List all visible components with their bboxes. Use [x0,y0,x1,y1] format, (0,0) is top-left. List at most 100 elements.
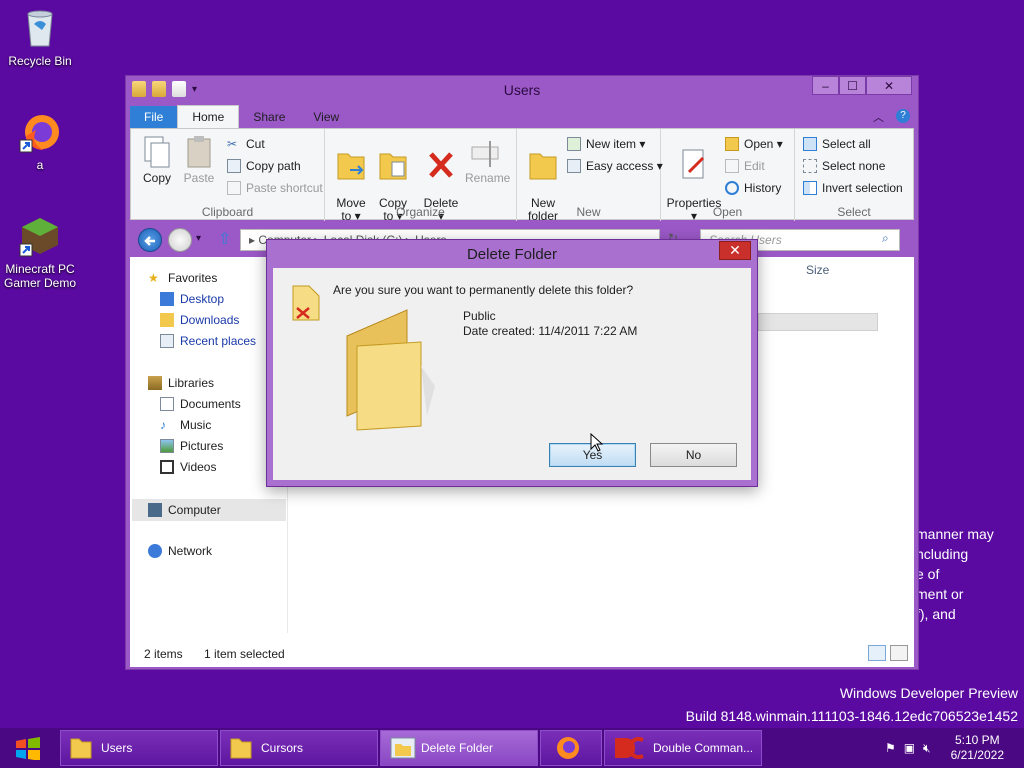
network-label: Network [168,544,213,558]
minecraft-desktop-icon[interactable]: Minecraft PC Gamer Demo [0,214,80,290]
delete-folder-window-icon [389,735,416,761]
delete-folder-warning-icon [287,282,327,325]
nav-network[interactable]: Network [148,544,212,558]
large-icons-view-icon[interactable] [890,645,908,661]
new-group-label: New [576,205,601,219]
history-button[interactable]: History [725,181,781,195]
clipboard-group: Copy Paste ✂ Cut Copy path Paste shortcut… [131,129,325,221]
tab-share[interactable]: Share [239,106,299,128]
taskbar-item-delete-folder[interactable]: Delete Folder [380,730,538,766]
nav-recent-places[interactable]: Recent places [160,334,256,348]
folder-icon [69,735,93,761]
tab-view[interactable]: View [299,106,353,128]
no-button[interactable]: No [650,443,737,467]
collapse-ribbon-icon[interactable]: ︿ [873,109,884,125]
recent-locations-chevron-icon[interactable]: ▾ [196,233,201,244]
copy-label: Copy [142,171,171,185]
selection-count: 1 item selected [204,647,285,661]
nav-desktop[interactable]: Desktop [160,292,224,306]
taskbar-item-firefox[interactable] [540,730,602,766]
start-button[interactable] [0,728,56,768]
cut-button[interactable]: ✂ Cut [227,137,265,151]
star-icon: ★ [148,271,159,285]
nav-music[interactable]: ♪ Music [160,418,211,432]
selected-file-row[interactable] [758,313,878,331]
select-none-button[interactable]: Select none [803,159,885,173]
delete-confirmation-question: Are you sure you want to permanently del… [333,283,634,297]
action-center-flag-icon[interactable]: ⚑ [885,741,896,755]
eula-text-fragment: manner may ncluding e of ment or f), and [916,526,994,622]
help-icon[interactable]: ? [896,109,910,123]
delete-folder-dialog: Delete Folder ✕ Are you sure you want to… [266,239,758,487]
details-view-icon[interactable] [868,645,886,661]
new-group: New folder New item ▾ Easy access ▾ New [517,129,663,223]
clock-time: 5:10 PM [954,733,1000,747]
edit-icon [725,159,739,173]
copy-path-button[interactable]: Copy path [227,159,301,173]
close-button[interactable]: ✕ [866,76,912,95]
copy-icon [142,135,172,169]
windows-logo-icon [16,737,40,760]
dialog-title: Delete Folder [466,246,558,263]
tab-file[interactable]: File [130,106,178,128]
status-bar: 2 items 1 item selected [130,639,914,667]
minecraft-icon [18,214,62,258]
select-all-label: Select all [822,137,871,151]
new-item-button[interactable]: New item ▾ [567,137,645,151]
open-group-label: Open [712,205,743,219]
rename-button[interactable]: Rename [465,135,510,185]
nav-documents[interactable]: Documents [160,397,241,411]
taskbar-double-commander-label: Double Comman... [653,741,754,755]
copy-button[interactable]: Copy [137,135,177,185]
clock[interactable]: 5:10 PM 6/21/2022 [951,733,1004,763]
paste-shortcut-button[interactable]: Paste shortcut [227,181,323,195]
select-group: Select all Select none Invert selection … [795,129,913,221]
nav-computer[interactable]: Computer [132,499,286,521]
taskbar-item-cursors[interactable]: Cursors [220,730,378,766]
invert-selection-button[interactable]: Invert selection [803,181,903,195]
open-button[interactable]: Open ▾ [725,137,783,151]
edit-label: Edit [744,159,765,173]
recycle-bin-label: Recycle Bin [8,54,72,68]
music-label: Music [180,418,212,432]
organize-group-label: Organize [396,205,445,219]
clock-date: 6/21/2022 [950,748,1004,762]
search-icon[interactable]: ⌕ [882,231,889,246]
nav-favorites[interactable]: ★ Favorites [148,271,217,285]
taskbar-item-double-commander[interactable]: Double Comman... [604,730,762,766]
nav-videos[interactable]: Videos [160,460,216,474]
tab-home[interactable]: Home [177,105,240,128]
firefox-desktop-icon[interactable]: a [0,110,80,172]
new-item-label: New item ▾ [586,137,646,151]
back-button[interactable] [138,228,162,252]
desktop-label: Desktop [180,292,225,306]
libraries-icon [148,376,162,390]
taskbar-item-users[interactable]: Users [60,730,218,766]
back-arrow-icon [144,236,155,246]
navigation-pane: ★ Favorites Desktop Downloads Recent plac… [130,257,288,633]
size-column-header[interactable]: Size [806,263,829,277]
desktop-icon [160,292,174,306]
volume-muted-icon[interactable]: 🔇︎ [923,741,931,756]
recycle-bin-desktop-icon[interactable]: Recycle Bin [0,6,80,68]
firefox-label: a [36,158,44,172]
nav-downloads[interactable]: Downloads [160,313,239,327]
minimize-button[interactable]: – [812,76,839,95]
nav-libraries[interactable]: Libraries [148,376,214,390]
rename-icon [470,135,500,169]
paste-button[interactable]: Paste [179,135,219,185]
network-tray-icon[interactable]: ▣ [904,741,915,755]
edit-button[interactable]: Edit [725,159,765,173]
window-titlebar[interactable]: ▾ Users – ☐ ✕ [126,76,918,104]
history-label: History [744,181,782,195]
dialog-body: Are you sure you want to permanently del… [273,268,751,480]
dialog-close-button[interactable]: ✕ [719,241,751,260]
easy-access-button[interactable]: Easy access ▾ [567,159,663,173]
forward-button[interactable] [168,228,192,252]
up-arrow-icon[interactable]: ⇧ [218,229,231,249]
music-note-icon: ♪ [160,418,166,432]
nav-pictures[interactable]: Pictures [160,439,223,453]
minecraft-label: Minecraft PC Gamer Demo [3,262,77,290]
maximize-button[interactable]: ☐ [839,76,866,95]
select-all-button[interactable]: Select all [803,137,871,151]
